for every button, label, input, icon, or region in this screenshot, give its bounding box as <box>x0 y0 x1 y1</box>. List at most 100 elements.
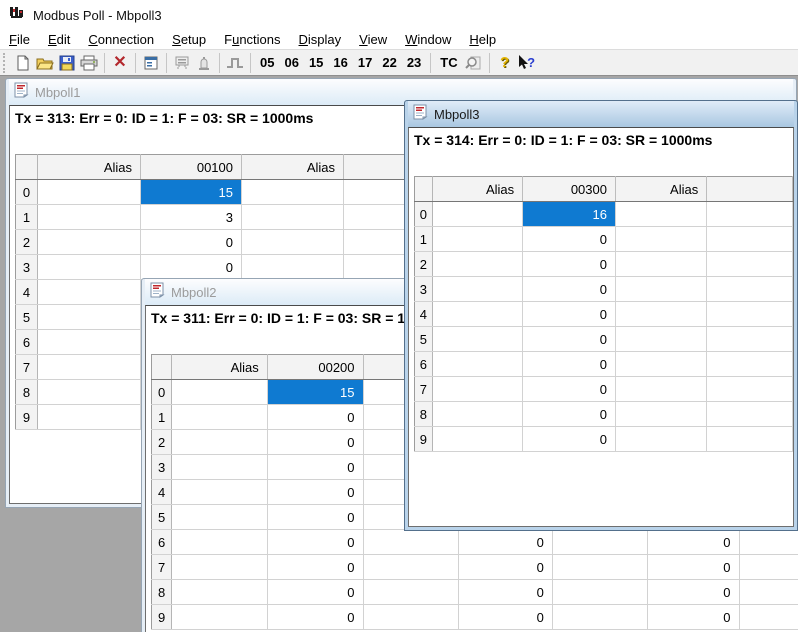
single-poll-icon[interactable] <box>224 52 246 74</box>
register-cell[interactable] <box>432 427 522 452</box>
register-cell[interactable]: 0 <box>459 530 553 555</box>
register-cell[interactable] <box>707 252 793 277</box>
selected-register-cell[interactable]: 15 <box>141 180 242 205</box>
register-cell[interactable]: 0 <box>267 480 363 505</box>
register-cell[interactable] <box>172 555 268 580</box>
register-cell[interactable] <box>615 202 706 227</box>
register-cell[interactable] <box>615 302 706 327</box>
function-22-button[interactable]: 22 <box>377 55 401 70</box>
register-cell[interactable]: 0 <box>523 277 616 302</box>
register-cell[interactable] <box>615 227 706 252</box>
display-setup-icon[interactable] <box>140 52 162 74</box>
register-cell[interactable] <box>172 530 268 555</box>
register-cell[interactable] <box>432 302 522 327</box>
register-cell[interactable] <box>172 480 268 505</box>
disconnect-icon[interactable]: ✕ <box>109 52 131 74</box>
register-cell[interactable]: 0 <box>523 327 616 352</box>
register-cell[interactable]: 0 <box>648 530 739 555</box>
register-cell[interactable] <box>363 555 459 580</box>
register-cell[interactable] <box>363 530 459 555</box>
register-cell[interactable]: 0 <box>267 605 363 630</box>
column-header-00100[interactable]: 00100 <box>141 155 242 180</box>
register-cell[interactable] <box>707 327 793 352</box>
menu-display[interactable]: Display <box>290 32 351 47</box>
register-cell[interactable] <box>432 252 522 277</box>
register-cell[interactable] <box>615 327 706 352</box>
menu-edit[interactable]: Edit <box>39 32 79 47</box>
register-cell[interactable]: 0 <box>267 455 363 480</box>
function-23-button[interactable]: 23 <box>402 55 426 70</box>
register-cell[interactable] <box>363 605 459 630</box>
register-cell[interactable] <box>707 427 793 452</box>
register-cell[interactable] <box>707 277 793 302</box>
register-cell[interactable]: 0 <box>523 302 616 327</box>
register-cell[interactable] <box>38 230 141 255</box>
context-help-icon[interactable]: ? <box>516 52 538 74</box>
column-header-alias[interactable]: Alias <box>242 155 344 180</box>
register-cell[interactable] <box>707 402 793 427</box>
register-cell[interactable] <box>172 380 268 405</box>
register-cell[interactable] <box>38 405 141 430</box>
column-header-alias[interactable]: Alias <box>615 177 706 202</box>
register-cell[interactable] <box>707 377 793 402</box>
register-cell[interactable] <box>552 530 648 555</box>
register-cell[interactable] <box>432 327 522 352</box>
column-header-00200[interactable]: 00200 <box>267 355 363 380</box>
register-cell[interactable] <box>38 305 141 330</box>
function-06-button[interactable]: 06 <box>279 55 303 70</box>
register-cell[interactable]: 0 <box>523 227 616 252</box>
register-cell[interactable]: 0 <box>267 405 363 430</box>
register-cell[interactable] <box>615 427 706 452</box>
register-cell[interactable]: 0 <box>523 427 616 452</box>
titlebar[interactable]: Modbus Poll - Mbpoll3 <box>0 0 798 30</box>
register-cell[interactable] <box>615 377 706 402</box>
register-cell[interactable]: 0 <box>267 555 363 580</box>
register-cell[interactable] <box>739 580 798 605</box>
register-cell[interactable] <box>739 555 798 580</box>
column-header-alias[interactable]: Alias <box>38 155 141 180</box>
register-cell[interactable] <box>707 302 793 327</box>
register-cell[interactable]: 0 <box>648 605 739 630</box>
menu-setup[interactable]: Setup <box>163 32 215 47</box>
selected-register-cell[interactable]: 15 <box>267 380 363 405</box>
function-05-button[interactable]: 05 <box>255 55 279 70</box>
register-cell[interactable] <box>552 555 648 580</box>
register-cell[interactable]: 0 <box>459 580 553 605</box>
register-cell[interactable]: 0 <box>523 252 616 277</box>
register-cell[interactable]: 0 <box>459 605 553 630</box>
find-icon[interactable] <box>463 52 485 74</box>
register-cell[interactable]: 0 <box>141 255 242 280</box>
register-cell[interactable] <box>38 205 141 230</box>
register-cell[interactable]: 0 <box>267 505 363 530</box>
register-cell[interactable] <box>38 280 141 305</box>
mbpoll3-titlebar[interactable]: Mbpoll3 <box>408 101 794 127</box>
register-cell[interactable]: 0 <box>267 580 363 605</box>
register-cell[interactable]: 0 <box>267 430 363 455</box>
register-cell[interactable] <box>172 405 268 430</box>
register-cell[interactable]: 0 <box>523 402 616 427</box>
menu-functions[interactable]: Functions <box>215 32 289 47</box>
register-cell[interactable]: 0 <box>648 555 739 580</box>
save-icon[interactable] <box>56 52 78 74</box>
register-cell[interactable] <box>615 352 706 377</box>
function-17-button[interactable]: 17 <box>353 55 377 70</box>
register-cell[interactable] <box>432 352 522 377</box>
menu-file[interactable]: File <box>0 32 39 47</box>
register-cell[interactable] <box>707 227 793 252</box>
register-cell[interactable] <box>552 605 648 630</box>
register-cell[interactable]: 0 <box>523 352 616 377</box>
register-cell[interactable] <box>38 180 141 205</box>
register-cell[interactable] <box>242 205 344 230</box>
register-cell[interactable] <box>615 402 706 427</box>
register-cell[interactable] <box>242 180 344 205</box>
tc-button[interactable]: TC <box>435 55 462 70</box>
column-header-alias[interactable]: Alias <box>172 355 268 380</box>
register-cell[interactable] <box>172 580 268 605</box>
register-cell[interactable] <box>615 252 706 277</box>
poll-definition-icon[interactable] <box>171 52 193 74</box>
register-cell[interactable] <box>172 505 268 530</box>
selected-register-cell[interactable]: 16 <box>523 202 616 227</box>
register-cell[interactable] <box>707 202 793 227</box>
register-cell[interactable] <box>172 605 268 630</box>
register-cell[interactable] <box>432 377 522 402</box>
